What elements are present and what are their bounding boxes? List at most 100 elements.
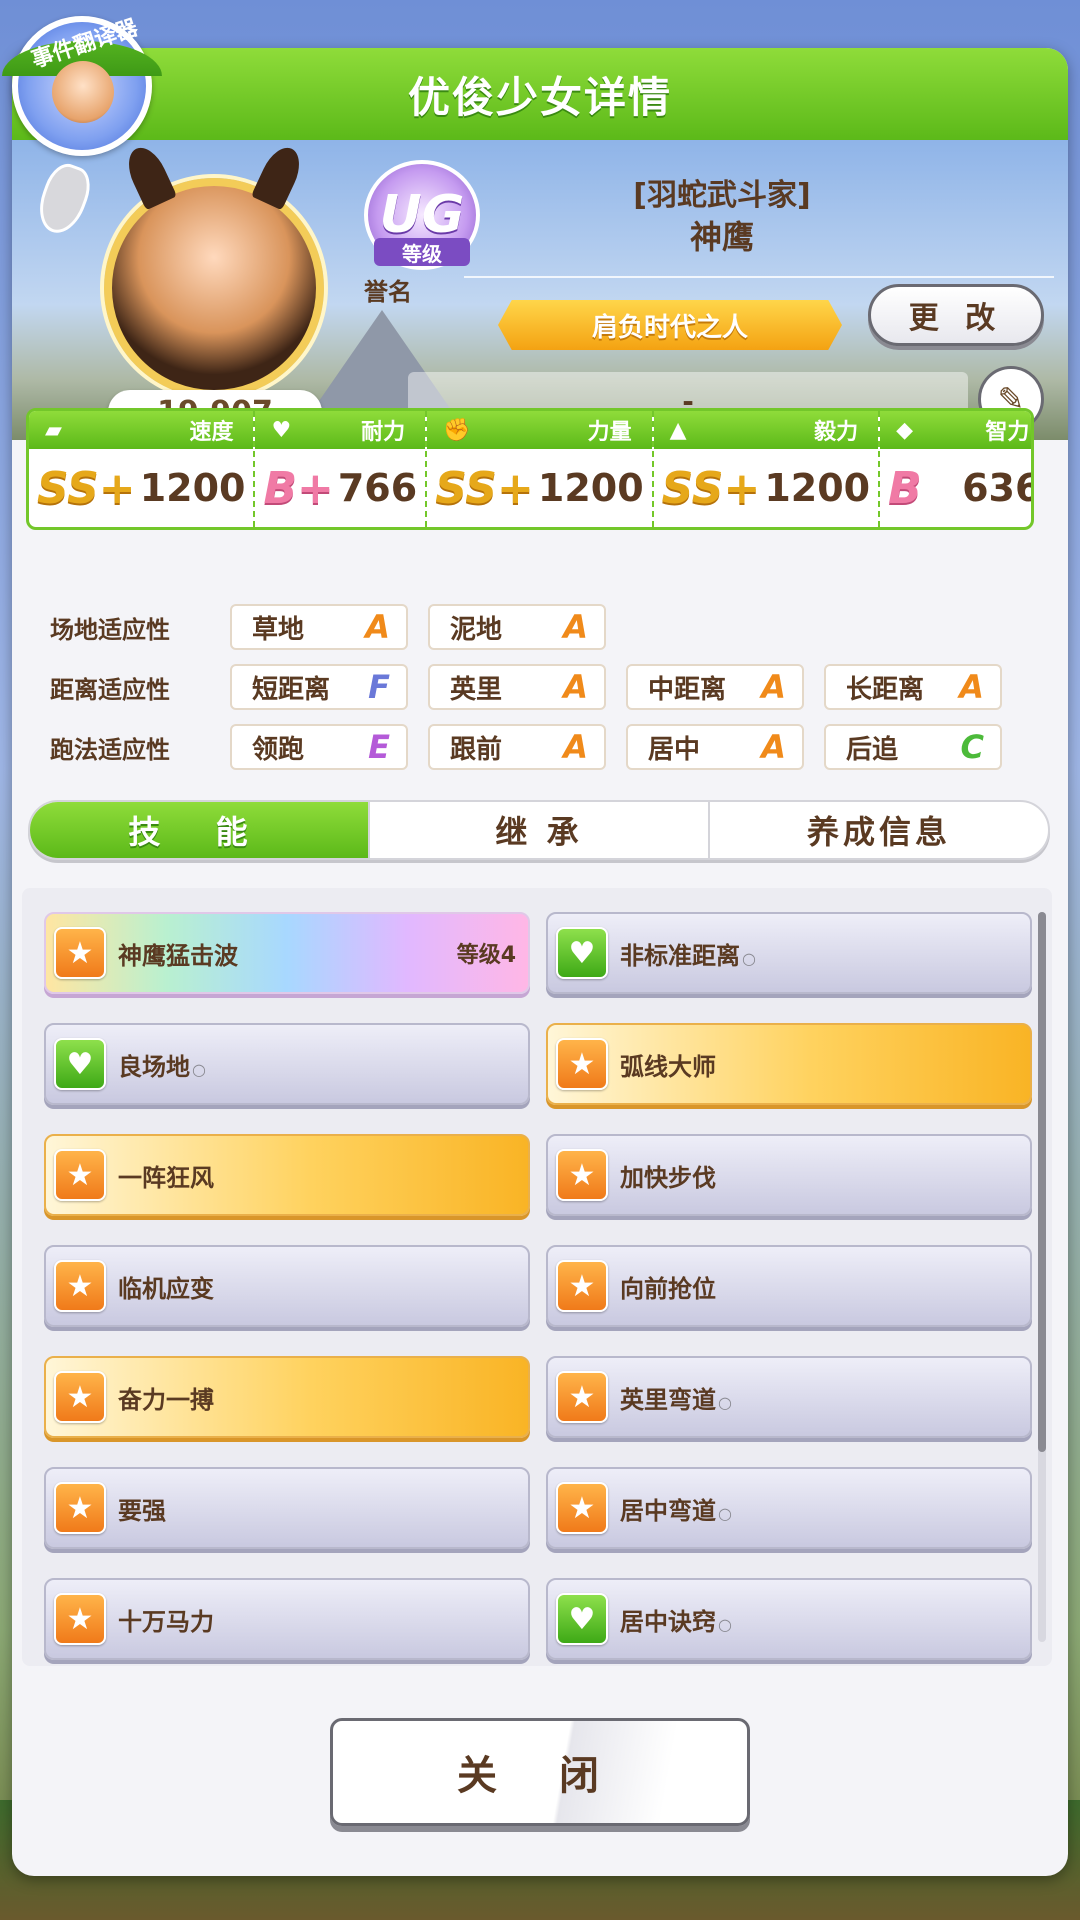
aptitude-grade: A — [761, 728, 786, 766]
skill-card[interactable]: ★ 神鹰猛击波 等级4 — [44, 912, 530, 994]
skill-name: 居中诀窍 ○ — [620, 1607, 732, 1636]
skill-card[interactable]: ♥ 居中诀窍 ○ — [546, 1578, 1032, 1660]
skill-name: 要强 — [118, 1496, 166, 1525]
skill-suffix: ○ — [192, 1059, 206, 1079]
stat-label: 速度 — [189, 420, 234, 445]
stat-power: ✊ 力量 SS+ 1200 — [427, 411, 654, 527]
skill-card[interactable]: ★ 加快步伐 — [546, 1134, 1032, 1216]
skill-name: 十万马力 — [118, 1607, 214, 1636]
skill-orange-icon: ★ — [556, 1482, 608, 1534]
stat-value: 1200 — [764, 466, 871, 510]
stat-speed: ▰ 速度 SS+ 1200 — [29, 411, 256, 527]
skill-suffix: ○ — [718, 1503, 732, 1523]
aptitude-cell: 短距离 F — [230, 664, 408, 710]
profile-header: 19,907 UG 等级 誉名 [羽蛇武斗家] 神鹰 肩负时代之人 更 改 - … — [12, 140, 1068, 440]
stats-panel: ▰ 速度 SS+ 1200 ♥ 耐力 B+ 766 ✊ 力量 SS+ 1200 ▲ 毅力 SS… — [26, 408, 1034, 530]
aptitude-name: 草地 — [252, 614, 305, 645]
change-button[interactable]: 更 改 — [868, 284, 1044, 346]
rank-sub-label: 等级 — [374, 238, 470, 266]
skills-list: ★ 神鹰猛击波 等级4 ♥ 非标准距离 ○ ♥ 良场地 ○ ★ 弧线大师 ★ 一阵狂风 ★ 加快步伐 ★ 临机应… — [22, 888, 1052, 1666]
heart-icon: ♥ — [271, 417, 292, 443]
skill-level: 等级4 — [456, 943, 516, 968]
aptitude-label: 距离适应性 — [50, 675, 170, 704]
skill-card[interactable]: ★ 弧线大师 — [546, 1023, 1032, 1105]
skill-card[interactable]: ★ 要强 — [44, 1467, 530, 1549]
skill-green-icon: ♥ — [556, 1593, 608, 1645]
skill-orange-icon: ★ — [54, 1482, 106, 1534]
stat-label: 耐力 — [361, 420, 406, 445]
skill-card[interactable]: ★ 向前抢位 — [546, 1245, 1032, 1327]
stat-guts: ▲ 毅力 SS+ 1200 — [653, 411, 881, 527]
skill-orange-icon: ★ — [556, 1038, 608, 1090]
stat-wit: ◆ 智力 B 636 — [880, 411, 1031, 527]
aptitude-name: 中距离 — [648, 674, 727, 705]
stat-label: 力量 — [587, 420, 632, 445]
skill-card[interactable]: ★ 奋力一搏 — [44, 1356, 530, 1438]
aptitude-row-style: 跑法适应性 领跑 E 跟前 A 居中 A 后追 C — [50, 724, 1022, 770]
page-title: 优俊少女详情 — [407, 72, 672, 122]
skill-orange-icon: ★ — [556, 1149, 608, 1201]
skill-card[interactable]: ♥ 非标准距离 ○ — [546, 912, 1032, 994]
aptitude-cell: 草地 A — [230, 604, 408, 650]
detail-tabs: 技 能 继 承 养成信息 — [28, 800, 1050, 860]
aptitude-grade: A — [365, 608, 390, 646]
aptitude-grade: C — [960, 728, 984, 766]
aptitude-grade: E — [368, 728, 390, 766]
aptitude-grade: A — [563, 668, 588, 706]
title-bar: 优俊少女详情 — [12, 48, 1068, 140]
aptitude-name: 跟前 — [450, 734, 503, 765]
skill-suffix: ○ — [718, 1614, 732, 1634]
skill-card[interactable]: ★ 十万马力 — [44, 1578, 530, 1660]
character-portrait — [104, 141, 324, 398]
aptitude-label: 场地适应性 — [50, 615, 170, 644]
character-title: [羽蛇武斗家] — [633, 178, 811, 213]
skill-name: 非标准距离 ○ — [620, 941, 756, 970]
skill-card[interactable]: ★ 临机应变 — [44, 1245, 530, 1327]
shoe-icon: ▰ — [45, 417, 62, 443]
skill-card[interactable]: ★ 一阵狂风 — [44, 1134, 530, 1216]
tab-training-info[interactable]: 养成信息 — [710, 802, 1048, 858]
skill-name: 临机应变 — [118, 1274, 214, 1303]
horse-ear-right — [250, 141, 308, 211]
aptitude-name: 居中 — [648, 734, 701, 765]
aptitude-cell: 跟前 A — [428, 724, 606, 770]
aptitude-cell: 后追 C — [824, 724, 1002, 770]
skill-name: 英里弯道 ○ — [620, 1385, 732, 1414]
skill-green-icon: ♥ — [556, 927, 608, 979]
skill-suffix: ○ — [718, 1392, 732, 1412]
skills-scrollbar[interactable] — [1038, 912, 1046, 1642]
aptitude-grade: A — [761, 668, 786, 706]
tab-skills[interactable]: 技 能 — [30, 802, 370, 858]
aptitude-name: 泥地 — [450, 614, 503, 645]
skill-name: 弧线大师 — [620, 1052, 716, 1081]
aptitude-name: 后追 — [846, 734, 899, 765]
carrot-icon[interactable] — [31, 158, 97, 240]
aptitude-row-distance: 距离适应性 短距离 F 英里 A 中距离 A 长距离 A — [50, 664, 1022, 710]
event-translator-badge[interactable]: 事件翻译器 — [2, 6, 162, 161]
aptitude-row-track: 场地适应性 草地 A 泥地 A — [50, 604, 626, 650]
stat-grade: B — [888, 462, 922, 514]
skill-orange-icon: ★ — [556, 1371, 608, 1423]
skill-card[interactable]: ★ 英里弯道 ○ — [546, 1356, 1032, 1438]
stat-grade: SS+ — [435, 462, 534, 514]
stat-grade: B+ — [263, 462, 334, 514]
honor-banner: 肩负时代之人 — [498, 300, 842, 350]
skill-name: 良场地 ○ — [118, 1052, 206, 1081]
aptitude-grade: A — [563, 608, 588, 646]
skill-name: 向前抢位 — [620, 1274, 716, 1303]
stat-grade: SS+ — [661, 462, 761, 514]
stat-value: 1200 — [139, 466, 246, 510]
skill-card[interactable]: ♥ 良场地 ○ — [44, 1023, 530, 1105]
stat-stamina: ♥ 耐力 B+ 766 — [255, 411, 428, 527]
skill-name: 奋力一搏 — [118, 1385, 214, 1414]
skill-card[interactable]: ★ 居中弯道 ○ — [546, 1467, 1032, 1549]
close-button[interactable]: 关 闭 — [330, 1718, 750, 1826]
aptitude-name: 英里 — [450, 674, 503, 705]
aptitude-cell: 中距离 A — [626, 664, 804, 710]
skill-name: 神鹰猛击波 — [118, 941, 238, 970]
skill-name: 加快步伐 — [620, 1163, 716, 1192]
skill-name: 一阵狂风 — [118, 1163, 214, 1192]
scrollbar-thumb[interactable] — [1038, 912, 1046, 1452]
muscle-icon: ✊ — [443, 417, 471, 443]
tab-inheritance[interactable]: 继 承 — [370, 802, 710, 858]
